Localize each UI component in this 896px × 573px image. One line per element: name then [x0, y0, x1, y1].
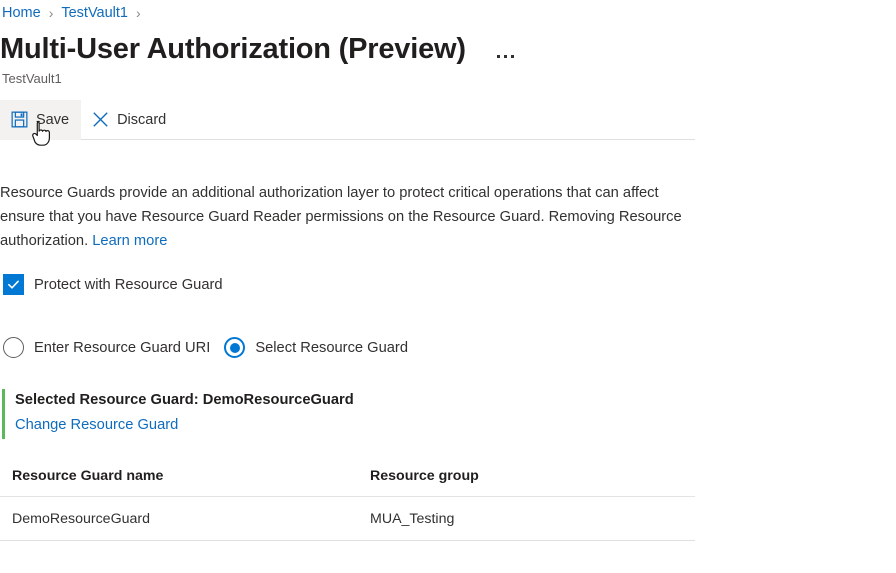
radio-label-select-guard: Select Resource Guard	[255, 339, 408, 356]
more-options-button[interactable]	[492, 42, 520, 70]
table-body: DemoResourceGuard MUA_Testing	[0, 496, 695, 541]
ellipsis-icon	[497, 54, 515, 58]
selected-resource-guard-panel: Selected Resource Guard: DemoResourceGua…	[2, 389, 354, 439]
checkbox-checked-icon	[3, 274, 24, 295]
page-subtitle: TestVault1	[2, 71, 62, 86]
discard-button[interactable]: Discard	[81, 100, 178, 140]
breadcrumb: Home › TestVault1 ›	[2, 3, 149, 23]
radio-enter-resource-guard-uri[interactable]: Enter Resource Guard URI	[3, 337, 210, 358]
table-header-row: Resource Guard name Resource group	[0, 468, 695, 497]
save-icon	[10, 111, 28, 129]
save-button[interactable]: Save	[0, 99, 82, 140]
table-row[interactable]: DemoResourceGuard MUA_Testing	[0, 496, 695, 541]
resource-guard-table: Resource Guard name Resource group DemoR…	[0, 468, 695, 541]
breadcrumb-separator-icon: ›	[48, 5, 54, 21]
selected-resource-guard-title: Selected Resource Guard: DemoResourceGua…	[15, 392, 354, 408]
cell-resource-guard-name: DemoResourceGuard	[0, 496, 368, 541]
column-header-resource-group[interactable]: Resource group	[368, 468, 695, 497]
change-resource-guard-link[interactable]: Change Resource Guard	[15, 414, 178, 436]
page-title: Multi-User Authorization (Preview)	[0, 33, 466, 65]
save-button-label: Save	[36, 111, 70, 128]
learn-more-link[interactable]: Learn more	[92, 233, 167, 249]
resource-guard-mode-radio-group: Enter Resource Guard URI Select Resource…	[3, 337, 408, 358]
radio-unselected-icon	[3, 337, 24, 358]
radio-select-resource-guard[interactable]: Select Resource Guard	[224, 337, 408, 358]
command-bar: Save Discard	[0, 99, 695, 140]
radio-label-enter-uri: Enter Resource Guard URI	[34, 339, 211, 356]
breadcrumb-item-home[interactable]: Home	[2, 3, 41, 23]
discard-button-label: Discard	[117, 111, 167, 128]
checkbox-label: Protect with Resource Guard	[34, 276, 223, 293]
breadcrumb-separator-icon-2: ›	[136, 5, 141, 21]
description-paragraph: Resource Guards provide an additional au…	[0, 181, 700, 253]
protect-with-resource-guard-checkbox[interactable]: Protect with Resource Guard	[3, 274, 223, 295]
page-title-row: Multi-User Authorization (Preview)	[0, 28, 520, 70]
close-icon	[91, 111, 109, 129]
radio-selected-icon	[224, 337, 246, 358]
cell-resource-group: MUA_Testing	[368, 496, 695, 541]
breadcrumb-item-testvault1[interactable]: TestVault1	[61, 3, 128, 23]
column-header-resource-guard-name[interactable]: Resource Guard name	[0, 468, 368, 497]
table-header: Resource Guard name Resource group	[0, 468, 695, 497]
